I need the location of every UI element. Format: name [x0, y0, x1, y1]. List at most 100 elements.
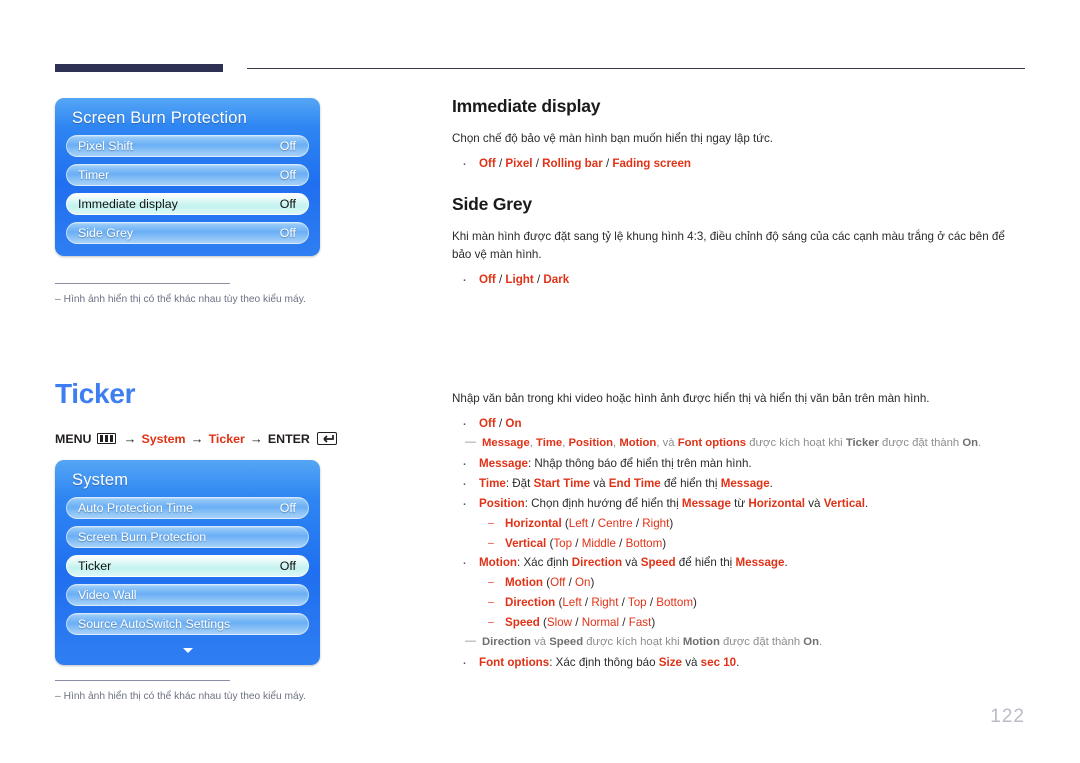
term-speed: Speed	[505, 616, 540, 630]
txt: và	[681, 655, 701, 669]
txt: và	[590, 476, 609, 490]
txt: từ	[730, 496, 749, 510]
option-middle: Middle	[581, 536, 616, 550]
option-right: Right	[591, 596, 619, 610]
header-accent-bar	[55, 64, 223, 72]
note-text-line: – Hình ảnh hiển thị có thể khác nhau tùy …	[55, 293, 355, 306]
sep: /	[588, 516, 598, 530]
osd-row-pixel-shift[interactable]: Pixel Shift Off	[66, 135, 309, 157]
ticker-note-activation: Message, Time, Position, Motion, và Font…	[452, 433, 1032, 453]
osd-row-value: Off	[279, 139, 296, 153]
list-item-message: Message: Nhập thông báo để hiển thị trên…	[452, 453, 1032, 475]
scroll-up-arrow-icon[interactable]	[194, 479, 204, 502]
position-sub-list: Horizontal (Left / Centre / Right) Verti…	[479, 514, 1032, 554]
scroll-down-arrow-icon[interactable]	[66, 642, 309, 653]
note-mid2: được đặt thành	[878, 437, 963, 450]
section-heading-side-grey: Side Grey	[452, 194, 532, 215]
option-bottom: Bottom	[625, 536, 663, 550]
osd-row-label: Timer	[78, 168, 110, 182]
sep: /	[581, 596, 592, 610]
page-header-rule	[0, 62, 1080, 76]
sep: /	[615, 536, 626, 550]
term-vertical: Vertical	[505, 536, 547, 550]
paren: )	[651, 616, 656, 630]
osd-row-timer[interactable]: Timer Off	[66, 164, 309, 186]
option-off: Off	[479, 273, 496, 287]
paren: (	[539, 616, 547, 630]
osd-row-label: Auto Protection Time	[78, 501, 194, 515]
list-item: Off / Pixel / Rolling bar / Fading scree…	[452, 153, 1027, 175]
ticker-intro-paragraph: Nhập văn bản trong khi video hoặc hình ả…	[452, 392, 930, 405]
term-on: On	[962, 437, 979, 450]
panel-note-screen-burn: – Hình ảnh hiển thị có thể khác nhau tùy …	[55, 283, 355, 306]
note-body: Hình ảnh hiển thị có thể khác nhau tùy t…	[63, 294, 306, 305]
txt: .	[864, 496, 869, 510]
txt: : Xác định	[517, 556, 572, 570]
option-top: Top	[627, 596, 647, 610]
note-divider	[55, 283, 230, 284]
paren: )	[662, 536, 667, 550]
term-motion: Motion	[479, 556, 517, 570]
note-end: .	[819, 636, 823, 649]
txt: : Chọn định hướng để hiển thị	[524, 496, 682, 510]
txt: để hiển thị	[675, 556, 736, 570]
osd-row-value: Off	[279, 226, 296, 240]
term-speed: Speed	[640, 556, 676, 570]
option-on: On	[505, 417, 522, 431]
note-dash: –	[55, 294, 61, 305]
txt: và	[805, 496, 824, 510]
osd-row-immediate-display[interactable]: Immediate display Off	[66, 193, 309, 215]
option-left: Left	[562, 596, 582, 610]
sep: /	[533, 273, 544, 287]
term-ticker: Ticker	[845, 437, 879, 450]
txt: .	[784, 556, 788, 570]
page-number: 122	[990, 706, 1025, 727]
term-position: Position	[568, 437, 614, 450]
osd-panel-screen-burn-protection: Screen Burn Protection Pixel Shift Off T…	[55, 98, 320, 256]
sub-item-motion: Motion (Off / On)	[479, 573, 1032, 593]
sub-item-direction: Direction (Left / Right / Top / Bottom)	[479, 593, 1032, 613]
note-body: Hình ảnh hiển thị có thể khác nhau tùy t…	[63, 691, 306, 702]
path-arrow-1: →	[123, 431, 137, 446]
sep: /	[632, 516, 643, 530]
sep: /	[495, 273, 506, 287]
enter-label: ENTER	[267, 431, 310, 446]
osd-row-auto-protection-time[interactable]: Auto Protection Time Off	[66, 497, 309, 519]
sep: /	[495, 417, 506, 431]
motion-sub-list: Motion (Off / On) Direction (Left / Righ…	[479, 573, 1032, 633]
sep: /	[572, 616, 582, 630]
note-mid: được đặt thành	[719, 636, 804, 649]
term-motion: Motion	[619, 437, 657, 450]
panel-note-system: – Hình ảnh hiển thị có thể khác nhau tùy …	[55, 680, 355, 703]
note-mid: được kích hoạt khi	[583, 636, 683, 649]
osd-row-side-grey[interactable]: Side Grey Off	[66, 222, 309, 244]
paren: )	[669, 516, 674, 530]
term-speed: Speed	[549, 636, 584, 649]
osd-row-label: Side Grey	[78, 226, 134, 240]
txt: để hiển thị	[660, 476, 721, 490]
note-divider	[55, 680, 230, 681]
osd-row-value: Off	[279, 501, 296, 515]
osd-row-label: Video Wall	[78, 588, 137, 602]
paren: )	[590, 576, 595, 590]
osd-row-screen-burn-protection[interactable]: Screen Burn Protection	[66, 526, 309, 548]
list-item-font-options: Font options: Xác định thông báo Size và…	[452, 652, 1032, 674]
osd-row-source-autoswitch-settings[interactable]: Source AutoSwitch Settings	[66, 613, 309, 635]
osd-row-video-wall[interactable]: Video Wall	[66, 584, 309, 606]
txt: và	[622, 556, 641, 570]
sub-item-vertical: Vertical (Top / Middle / Bottom)	[479, 534, 1032, 554]
term-font-options: Font options	[479, 655, 550, 669]
menu-navigation-path: MENU → System → Ticker → ENTER	[55, 431, 337, 446]
osd-panel-title: Screen Burn Protection	[72, 109, 247, 127]
term-message: Message	[681, 496, 731, 510]
ticker-font-options-list: Font options: Xác định thông báo Size và…	[452, 652, 1032, 674]
options-list-side-grey: Off / Light / Dark	[452, 269, 1027, 291]
osd-row-ticker[interactable]: Ticker Off	[66, 555, 309, 577]
ticker-detail-list: Message: Nhập thông báo để hiển thị trên…	[452, 453, 1032, 633]
sep: /	[618, 596, 628, 610]
menu-label: MENU	[55, 431, 92, 446]
list-item: Off / Light / Dark	[452, 269, 1027, 291]
option-fast: Fast	[628, 616, 652, 630]
path-item-ticker: Ticker	[208, 431, 245, 446]
section-heading-immediate-display: Immediate display	[452, 96, 601, 116]
